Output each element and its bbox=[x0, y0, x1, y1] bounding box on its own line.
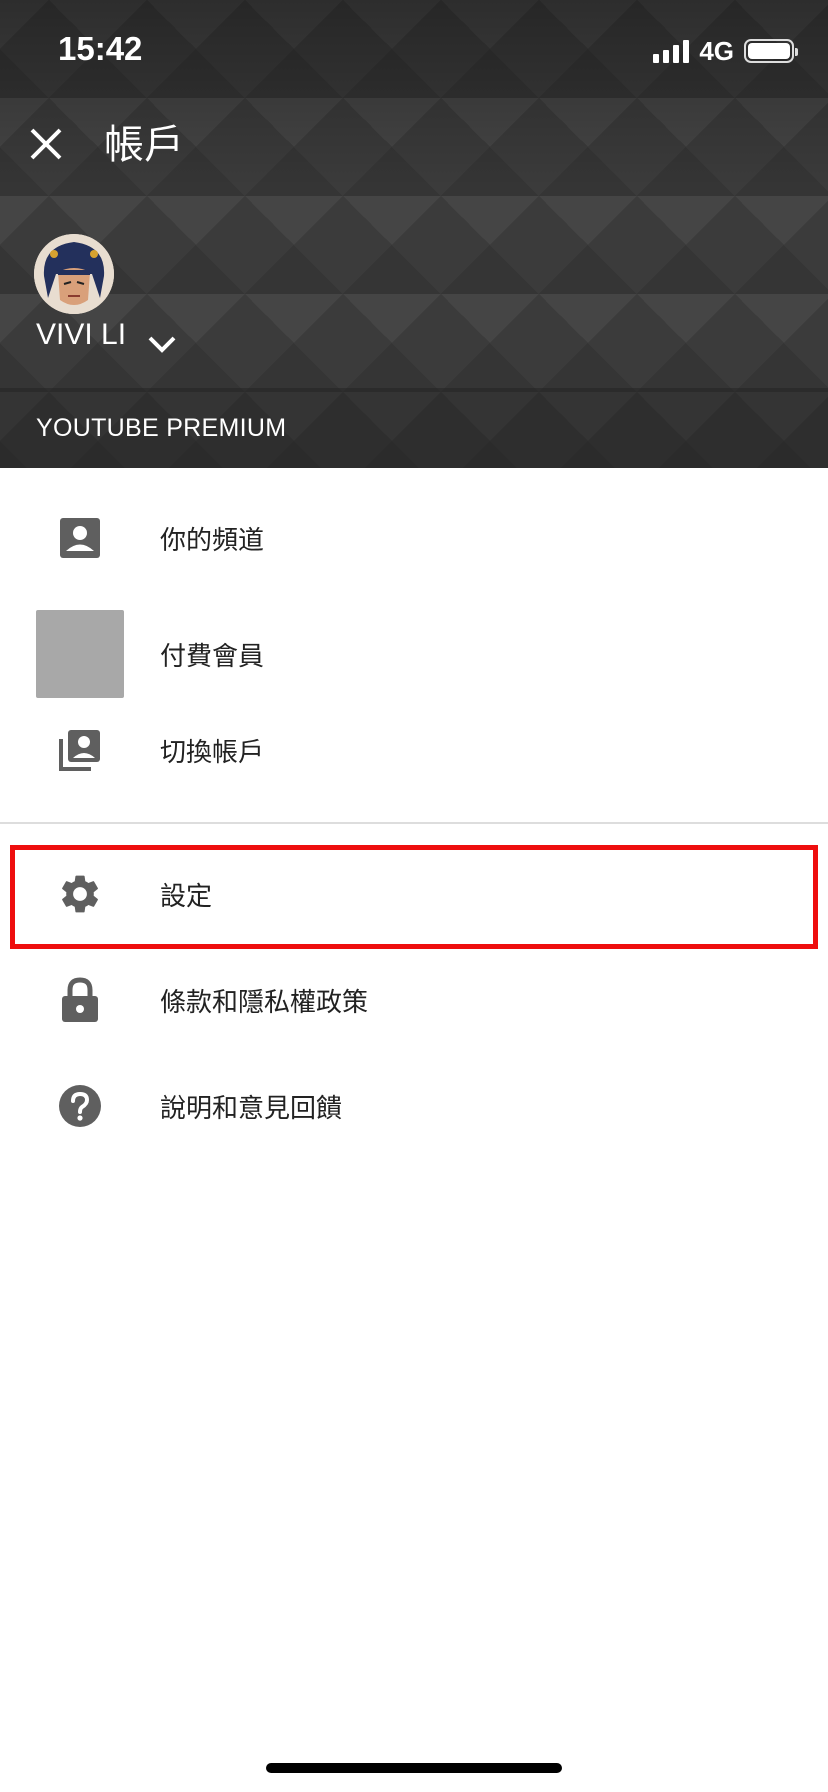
close-button[interactable] bbox=[24, 122, 68, 166]
section-divider bbox=[0, 822, 828, 824]
premium-label: YOUTUBE PREMIUM bbox=[36, 413, 287, 442]
switch-account-icon bbox=[52, 722, 108, 778]
menu-item-paid-membership[interactable]: 付費會員 bbox=[0, 626, 828, 682]
menu-item-switch-account[interactable]: 切換帳戶 bbox=[0, 722, 828, 778]
menu-item-help-feedback[interactable]: 說明和意見回饋 bbox=[0, 1078, 828, 1134]
youtube-premium-row[interactable]: YOUTUBE PREMIUM bbox=[0, 388, 828, 468]
lock-icon bbox=[52, 972, 108, 1028]
network-type: 4G bbox=[699, 35, 734, 66]
help-icon bbox=[52, 1078, 108, 1134]
status-time: 15:42 bbox=[58, 30, 143, 67]
close-icon bbox=[30, 128, 62, 160]
battery-icon bbox=[744, 39, 798, 63]
signal-icon bbox=[653, 39, 690, 63]
menu-label-terms-privacy: 條款和隱私權政策 bbox=[160, 987, 369, 1018]
settings-highlight-box bbox=[10, 845, 818, 949]
account-box-icon bbox=[52, 510, 108, 566]
account-switcher-button[interactable] bbox=[144, 326, 180, 362]
menu-label-help-feedback: 說明和意見回饋 bbox=[160, 1093, 343, 1124]
chevron-down-icon bbox=[148, 336, 176, 353]
account-name[interactable]: VIVI LI bbox=[36, 318, 126, 352]
avatar[interactable] bbox=[34, 234, 114, 314]
page-title: 帳戶 bbox=[104, 122, 184, 168]
menu-label-switch-account: 切換帳戶 bbox=[160, 737, 265, 768]
menu-label-your-channel: 你的頻道 bbox=[160, 525, 265, 556]
home-indicator[interactable] bbox=[266, 1763, 562, 1773]
menu-item-your-channel[interactable]: 你的頻道 bbox=[0, 510, 828, 566]
account-header: 15:42 4G 帳戶 VIVI LI YOUTUBE PREMIUM bbox=[0, 0, 828, 468]
avatar-image bbox=[34, 234, 114, 314]
menu-item-terms-privacy[interactable]: 條款和隱私權政策 bbox=[0, 972, 828, 1028]
menu-label-paid-membership: 付費會員 bbox=[160, 641, 265, 672]
status-indicators: 4G bbox=[653, 35, 798, 66]
